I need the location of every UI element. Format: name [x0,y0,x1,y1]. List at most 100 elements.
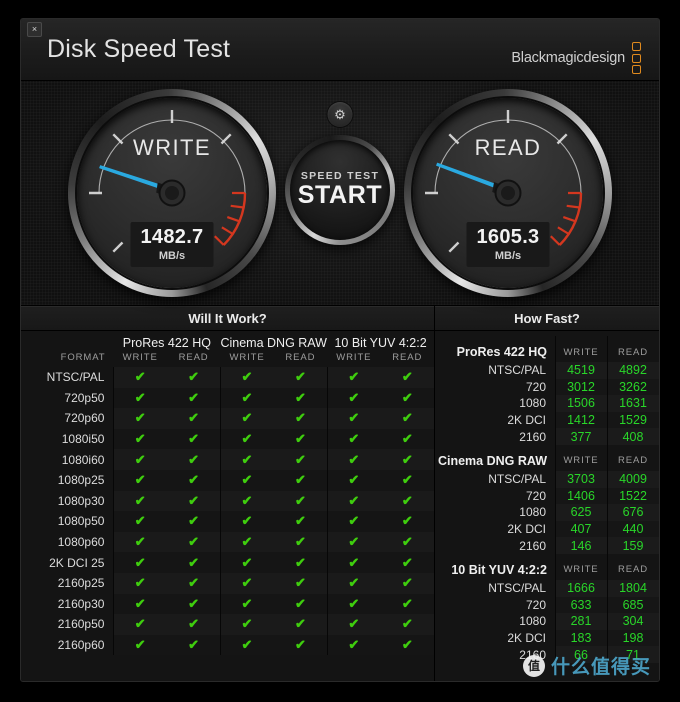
check-cell: ✔ [220,572,274,594]
check-cell: ✔ [113,593,167,615]
check-cell: ✔ [166,449,221,470]
how-fast-col-read: READ [607,336,659,362]
row-format-label: 1080i50 [61,432,105,447]
check-cell: ✔ [220,634,274,656]
check-cell: ✔ [113,490,167,512]
check-cell: ✔ [273,469,328,491]
check-cell: ✔ [327,511,381,532]
check-cell: ✔ [113,367,167,388]
how-fast-group-title: ProRes 422 HQ [456,345,547,359]
blackmagic-mark-icon [632,42,641,74]
check-icon: ✔ [348,616,360,632]
check-icon: ✔ [188,513,200,529]
check-cell: ✔ [220,449,274,470]
read-speed-value: 198 [607,629,659,647]
check-icon: ✔ [401,410,413,426]
write-speed-value: 377 [555,428,607,445]
row-format-label: 1080i60 [61,452,105,467]
check-icon: ✔ [241,451,253,467]
check-icon: ✔ [294,637,306,653]
check-icon: ✔ [188,575,200,591]
check-icon: ✔ [188,554,200,570]
table-row: 1080p60 ✔ ✔ ✔ ✔ ✔ ✔ [21,531,434,553]
how-fast-col-write: WRITE [555,445,607,471]
read-speed-value: 1631 [607,395,659,412]
row-format-label: 2160p60 [57,638,105,653]
check-cell: ✔ [273,367,328,388]
gauge-panel: WRITE 1482.7 MB/s READ 1605.3 MB/s ⚙ SPE… [21,81,659,306]
table-row: 2160p50 ✔ ✔ ✔ ✔ ✔ ✔ [21,614,434,635]
check-icon: ✔ [241,389,253,405]
write-speed-value: 183 [555,629,607,647]
row-format-label: 2K DCI [507,413,546,428]
will-it-work-body: NTSC/PAL ✔ ✔ ✔ ✔ ✔ ✔ 720p50 ✔ ✔ ✔ ✔ ✔ ✔ 720p60 ✔ ✔ ✔ ✔ ✔ ✔ 10… [21,367,434,656]
check-cell: ✔ [327,572,381,594]
check-icon: ✔ [401,492,413,508]
check-cell: ✔ [380,367,434,388]
check-cell: ✔ [380,490,434,512]
table-row: 720 3012 3262 [435,378,659,396]
check-icon: ✔ [188,389,200,405]
how-fast-col-read: READ [607,554,659,580]
check-cell: ✔ [327,469,381,491]
check-icon: ✔ [188,534,200,550]
results-area: Will It Work? ProRes 422 HQ Cinema DNG RA… [21,306,659,681]
write-speed-value: 3012 [555,378,607,396]
check-cell: ✔ [166,593,221,615]
write-speed-value: 633 [555,596,607,614]
check-icon: ✔ [134,410,146,426]
row-format-label: NTSC/PAL [488,363,546,378]
check-icon: ✔ [241,369,253,385]
check-cell: ✔ [380,469,434,491]
check-icon: ✔ [134,554,146,570]
table-row: 2K DCI 407 440 [435,520,659,538]
table-row: 2K DCI 25 ✔ ✔ ✔ ✔ ✔ ✔ [21,552,434,573]
row-format-label: 720 [525,379,546,394]
check-icon: ✔ [134,616,146,632]
check-icon: ✔ [188,616,200,632]
write-gauge-label: WRITE [133,135,211,160]
check-cell: ✔ [220,387,274,409]
check-cell: ✔ [327,367,381,388]
check-cell: ✔ [220,428,274,450]
close-button[interactable]: × [27,22,42,37]
read-speed-value: 4892 [607,362,659,379]
check-cell: ✔ [220,511,274,532]
write-value: 1482.7 [140,226,204,248]
check-icon: ✔ [134,575,146,591]
check-cell: ✔ [166,367,221,388]
write-gauge-face: WRITE 1482.7 MB/s [77,98,267,288]
group-title-1: Cinema DNG RAW [220,336,327,350]
watermark-text: 什么值得买 [550,657,651,678]
brand-text: Blackmagicdesign [511,50,625,66]
check-icon: ✔ [241,534,253,550]
gear-icon[interactable]: ⚙ [327,102,353,127]
table-row: 2160 146 159 [435,537,659,554]
start-button-label: START [297,181,383,209]
table-row: 2K DCI 1412 1529 [435,411,659,429]
check-icon: ✔ [348,595,360,611]
speed-test-start-button[interactable]: SPEED TEST START [285,135,395,245]
group-header-row: ProRes 422 HQ Cinema DNG RAW 10 Bit YUV 4:… [21,336,434,352]
check-icon: ✔ [294,492,306,508]
check-cell: ✔ [327,408,381,429]
table-row: NTSC/PAL 4519 4892 [435,362,659,379]
read-speed-value: 159 [607,537,659,554]
disk-speed-test-window: × Disk Speed Test Blackmagicdesign WRITE… [20,18,660,682]
check-cell: ✔ [220,531,274,553]
table-row: 2160p25 ✔ ✔ ✔ ✔ ✔ ✔ [21,572,434,594]
how-fast-group-title: 10 Bit YUV 4:2:2 [451,562,547,577]
row-format-label: 1080 [519,614,546,629]
check-cell: ✔ [113,387,167,409]
check-cell: ✔ [220,367,274,388]
check-cell: ✔ [273,552,328,573]
will-it-work-panel: Will It Work? ProRes 422 HQ Cinema DNG RA… [21,306,435,681]
check-icon: ✔ [134,472,146,488]
check-icon: ✔ [134,369,146,385]
check-icon: ✔ [188,431,200,447]
row-format-label: 2160p30 [57,596,105,611]
check-icon: ✔ [241,431,253,447]
check-cell: ✔ [380,572,434,594]
check-cell: ✔ [273,572,328,594]
table-row: 2K DCI 183 198 [435,629,659,647]
